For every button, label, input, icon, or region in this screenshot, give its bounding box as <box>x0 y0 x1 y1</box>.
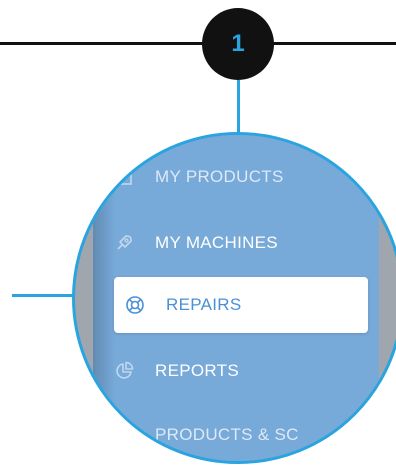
pointer-line <box>12 294 76 297</box>
sidebar-item-label: REPAIRS <box>166 295 242 314</box>
sidebar-item-label: PRODUCTS & SC <box>155 425 299 444</box>
sidebar-item-label: MY MACHINES <box>155 233 278 252</box>
box-icon <box>113 166 135 188</box>
sidebar-item-repairs[interactable]: REPAIRS <box>114 277 368 333</box>
magnifier-circle: MY PRODUCTS MY MACHINES REPAIRS REPORTS <box>72 132 396 464</box>
sidebar-item-my-machines[interactable]: MY MACHINES <box>93 215 379 271</box>
step-number-badge: 1 <box>202 8 274 80</box>
sidebar-menu: MY PRODUCTS MY MACHINES REPAIRS REPORTS <box>93 135 379 461</box>
box-icon <box>113 424 135 446</box>
lifebuoy-icon <box>124 294 146 316</box>
sidebar-item-label: REPORTS <box>155 361 239 380</box>
callout-illustration: 1 MY PRODUCTS MY MACHINES REPAIRS REPORT… <box>0 0 396 475</box>
rocket-icon <box>113 232 135 254</box>
sidebar-item-my-products[interactable]: MY PRODUCTS <box>93 149 379 205</box>
sidebar-item-products-and-services[interactable]: PRODUCTS & SC <box>93 407 379 461</box>
sidebar-item-reports[interactable]: REPORTS <box>93 343 379 399</box>
pie-chart-icon <box>113 360 135 382</box>
horizontal-divider-line <box>0 42 396 45</box>
sidebar-item-label: MY PRODUCTS <box>155 167 284 186</box>
